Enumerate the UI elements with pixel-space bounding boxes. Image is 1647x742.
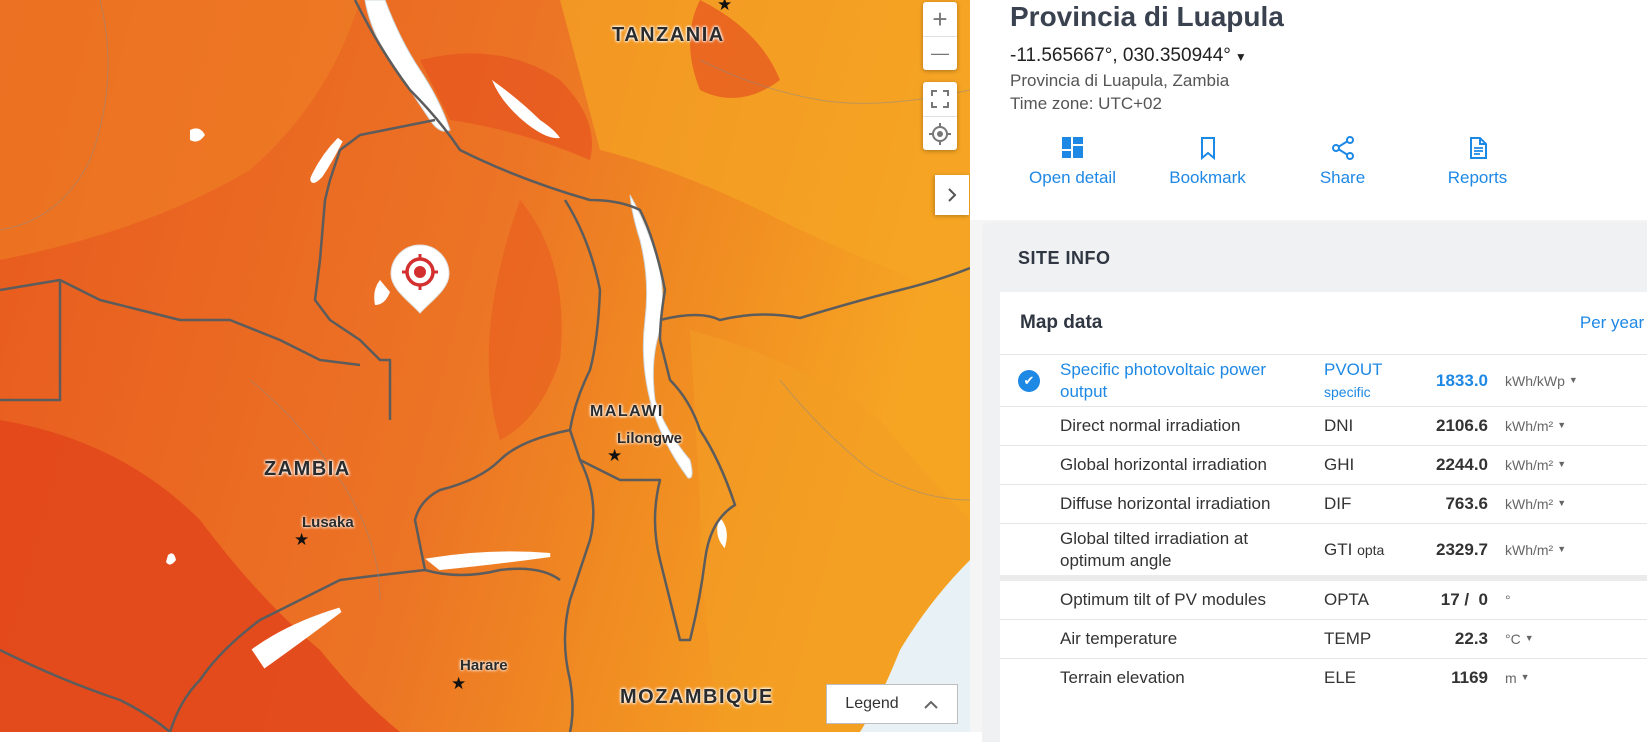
share-button[interactable]: Share [1275,136,1410,188]
country-label-mozambique: MOZAMBIQUE [620,686,774,708]
row-value: 2106.6 [1436,416,1488,435]
site-info-card: SITE INFO Map data Per year▼ ✔ Specific … [982,222,1647,742]
row-name: Diffuse horizontal irradiation [1060,494,1271,513]
map-data-header: Map data Per year▼ [1000,292,1647,354]
map-data-title: Map data [1020,312,1103,333]
action-bar: Open detail Bookmark Share Reports [1005,136,1647,188]
bookmark-label: Bookmark [1169,168,1246,187]
unit-dropdown[interactable]: kWh/kWp ▼ [1505,373,1578,389]
row-value: 1169 [1451,668,1488,687]
location-header: Provincia di Luapula -11.565667°, 030.35… [970,0,1647,220]
row-name: Optimum tilt of PV modules [1060,590,1266,609]
row-name: Air temperature [1060,629,1178,648]
open-detail-button[interactable]: Open detail [1005,136,1140,188]
unit-dropdown[interactable]: kWh/m² ▼ [1505,542,1566,558]
fullscreen-button[interactable] [923,82,957,116]
period-dropdown[interactable]: Per year▼ [1580,313,1647,333]
row-name: Terrain elevation [1060,668,1185,687]
chevron-right-icon [948,188,957,202]
row-name: Global tilted irradiation at optimum ang… [1060,528,1249,570]
row-name: Global horizontal irradiation [1060,455,1267,474]
data-row-ghi[interactable]: Global horizontal irradiation GHI 2244.0… [1000,445,1647,484]
city-star-icon: ★ [294,530,310,549]
check-circle-icon[interactable]: ✔ [1018,369,1040,392]
country-label-tanzania: TANZANIA [612,24,725,46]
reports-button[interactable]: Reports [1410,136,1545,188]
unit-dropdown[interactable]: °C ▼ [1505,631,1534,647]
city-star-icon: ★ [451,674,467,693]
document-icon [1469,137,1487,159]
coordinates-dropdown[interactable]: -11.565667°, 030.350944° ▼ [1010,45,1647,67]
map-data-section: Map data Per year▼ ✔ Specific photovolta… [1000,292,1647,742]
row-value: 2244.0 [1436,455,1488,474]
row-abbr: GHI [1324,455,1355,474]
location-pin-icon[interactable] [389,243,451,315]
location-title: Provincia di Luapula [1010,1,1284,32]
city-star-icon: ★ [717,0,733,14]
city-label-lilongwe: Lilongwe [617,430,682,447]
row-value: 22.3 [1454,629,1488,648]
row-value: 763.6 [1445,494,1488,513]
chevron-up-icon [923,700,938,709]
country-label-zambia: ZAMBIA [264,458,351,480]
row-value: 2329.7 [1436,539,1488,559]
data-row-dni[interactable]: Direct normal irradiation DNI 2106.6 kWh… [1000,406,1647,445]
coordinates-value: -11.565667°, 030.350944° [1010,45,1231,66]
row-abbr: ELE [1324,668,1357,687]
collapse-panel-button[interactable] [935,175,969,215]
row-abbr: DIF [1324,494,1352,513]
data-row-gti[interactable]: Global tilted irradiation at optimum ang… [1000,523,1647,575]
bookmark-button[interactable]: Bookmark [1140,136,1275,188]
unit-dropdown[interactable]: kWh/m² ▼ [1505,496,1566,512]
open-detail-label: Open detail [1029,168,1116,187]
row-abbr: GTI opta [1324,539,1385,559]
data-row-dif[interactable]: Diffuse horizontal irradiation DIF 763.6… [1000,484,1647,523]
site-panel: Provincia di Luapula -11.565667°, 030.35… [970,0,1647,742]
row-abbr: TEMP [1324,629,1372,648]
row-value: 17 / 0 [1440,590,1488,609]
bookmark-icon [1200,137,1215,160]
fullscreen-icon [931,90,949,108]
zoom-controls: + — [923,2,957,70]
locate-button[interactable] [923,116,957,150]
legend-button[interactable]: Legend [826,684,958,724]
unit-dropdown[interactable]: kWh/m² ▼ [1505,418,1566,434]
row-abbr: OPTA [1324,590,1370,609]
location-region: Provincia di Luapula, Zambia [1010,71,1230,90]
country-label-malawi: MALAWI [590,403,664,420]
crosshair-icon [929,122,951,145]
city-star-icon: ★ [607,446,623,465]
row-name: Specific photovoltaic power output [1060,359,1267,401]
share-label: Share [1319,168,1366,187]
dashboard-icon [1061,137,1083,158]
zoom-out-button[interactable]: — [923,36,957,70]
row-unit: ° [1505,592,1511,608]
period-label: Per year [1579,313,1645,332]
row-abbr: DNI [1324,416,1354,435]
location-timezone: Time zone: UTC+02 [1010,94,1162,113]
data-row-opta[interactable]: Optimum tilt of PV modules OPTA 17 / 0 ° [1000,575,1647,619]
data-row-temp[interactable]: Air temperature TEMP 22.3 °C ▼ [1000,619,1647,658]
reports-label: Reports [1447,168,1508,187]
unit-dropdown[interactable]: m ▼ [1505,670,1530,686]
view-controls [923,82,957,150]
solar-map[interactable]: TANZANIA ZAMBIA MALAWI MOZAMBIQUE Lilong… [0,0,970,732]
city-label-lusaka: Lusaka [302,514,354,531]
row-name: Direct normal irradiation [1060,416,1241,435]
data-row-ele[interactable]: Terrain elevation ELE 1169 m ▼ [1000,658,1647,697]
city-label-harare: Harare [460,657,508,674]
share-icon [1331,136,1354,160]
unit-dropdown[interactable]: kWh/m² ▼ [1505,457,1566,473]
row-abbr: PVOUT specific [1324,359,1383,400]
zoom-in-button[interactable]: + [923,2,957,36]
site-info-title: SITE INFO [1018,248,1111,268]
legend-label: Legend [845,695,899,712]
row-value: 1833.0 [1436,370,1488,390]
caret-down-icon: ▼ [1234,50,1247,64]
map-terrain [0,0,970,732]
data-row-pvout[interactable]: ✔ Specific photovoltaic power output PVO… [1000,354,1647,406]
